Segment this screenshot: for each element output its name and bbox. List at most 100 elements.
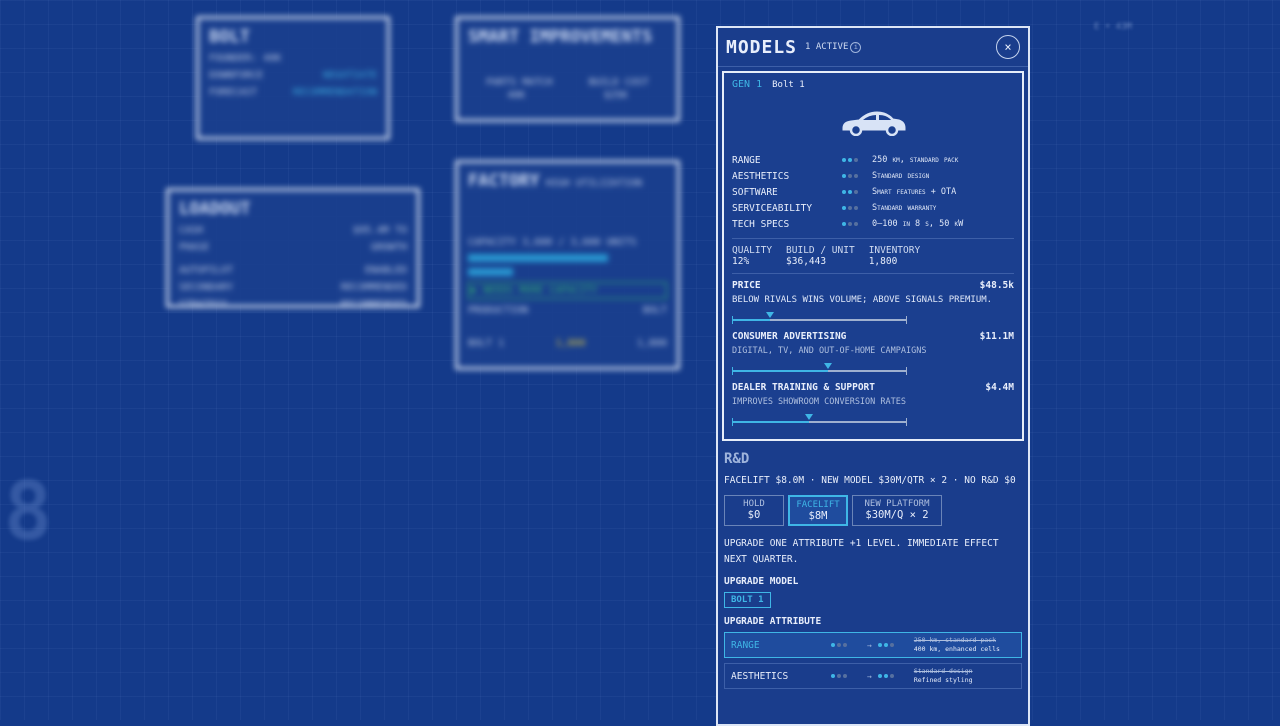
bg-capacity-bar <box>468 268 513 276</box>
slider-fill <box>732 421 809 423</box>
bg-row: SECONDARY RECOMMENDED <box>179 282 407 293</box>
attribute-value: Standard warranty <box>872 203 937 213</box>
upgrade-name: AESTHETICS <box>731 670 789 682</box>
rd-summary: FACELIFT $8.0M · NEW MODEL $30M/QTR × 2 … <box>724 475 1016 486</box>
bg-text: RECOMMENDATION <box>292 87 377 98</box>
bg-text: FORECAST <box>209 87 258 98</box>
bg-card-bolt[interactable]: BOLT FOUNDER: 40K DOWNFORCE NEGOTIATE FOR… <box>196 16 390 140</box>
upgrade-row-range[interactable]: RANGE → 250 km, standard pack 400 km, enhan… <box>724 632 1022 658</box>
slider-cap <box>906 367 907 375</box>
slider-thumb[interactable] <box>766 312 775 318</box>
level-dot <box>889 643 894 647</box>
attribute-value: Smart features + OTA <box>872 187 957 197</box>
attribute-value: 250 km, standard pack <box>872 155 959 165</box>
car-icon-wrap <box>732 108 1014 136</box>
slider-description: IMPROVES SHOWROOM CONVERSION RATES <box>732 397 906 407</box>
rd-option-hold[interactable]: HOLD $0 <box>724 495 784 526</box>
slider-track[interactable] <box>732 363 907 375</box>
rd-option-price: $8M <box>808 510 828 522</box>
level-dot <box>848 190 852 194</box>
close-button[interactable]: × <box>996 35 1020 59</box>
bg-row: 40K $25K <box>468 90 667 101</box>
level-dot <box>883 674 888 678</box>
stat-label: QUALITY <box>732 245 773 256</box>
slider-thumb[interactable] <box>804 414 813 420</box>
models-panel: MODELS 1 ACTIVE i × GEN 1 Bolt 1 RANGE 25… <box>716 26 1030 726</box>
stat-value: $36,443 <box>786 256 827 267</box>
attribute-value: 0–100 in 8 s, 50 kW <box>872 219 964 229</box>
bg-card-factory[interactable]: FACTORY HIGH UTILIZATION CAPACITY 3,600 … <box>455 160 680 370</box>
slider-thumb[interactable] <box>823 363 832 369</box>
attribute-list: RANGE 250 km, standard pack AESTHETICS Stan… <box>732 152 1014 232</box>
rd-option-price: $0 <box>747 509 761 521</box>
upgrade-attribute-label: UPGRADE ATTRIBUTE <box>724 616 822 627</box>
attribute-name: AESTHETICS <box>732 170 790 182</box>
rd-option-new-platform[interactable]: NEW PLATFORM $30M/Q × 2 <box>852 495 942 526</box>
upgrade-row-aesthetics[interactable]: AESTHETICS → Standard design Refined stylin… <box>724 663 1022 689</box>
level-dots <box>842 206 872 210</box>
model-header: GEN 1 Bolt 1 <box>732 79 1014 90</box>
level-dot <box>842 174 846 178</box>
rd-option-price: $30M/Q × 2 <box>865 509 929 521</box>
level-dot <box>854 222 858 226</box>
info-icon[interactable]: i <box>850 41 862 53</box>
level-dots <box>842 174 872 178</box>
bg-card-loadout[interactable]: LOADOUT CASH $95.4M TO PHASE GROWTH AUTOPI… <box>166 188 420 310</box>
slider-name: CONSUMER ADVERTISING <box>732 331 847 342</box>
bg-card-smart-improvements[interactable]: SMART IMPROVEMENTS PARTS MATCH BUILD COS… <box>455 16 680 122</box>
bg-text: STRATEGY <box>179 299 228 310</box>
bg-text: AUTOPILOT <box>179 265 234 276</box>
bg-text: GROWTH <box>370 242 407 253</box>
bg-text: CASH <box>179 225 204 236</box>
bg-text: 1,800 <box>636 338 667 349</box>
bg-text: PHASE <box>179 242 210 253</box>
slider-header: DEALER TRAINING & SUPPORT $4.4M <box>732 382 1014 393</box>
slider-name: DEALER TRAINING & SUPPORT <box>732 382 875 393</box>
stat-value: 1,800 <box>868 256 898 267</box>
divider <box>732 273 1014 274</box>
bg-row: CASH $95.4M TO <box>179 225 407 236</box>
slider-block: CONSUMER ADVERTISING $11.1M DIGITAL, TV, A… <box>732 331 1014 375</box>
stat-value: 12% <box>732 256 750 267</box>
bg-text: BUILD COST <box>588 77 649 88</box>
bg-row: FORECAST RECOMMENDATION <box>209 87 377 98</box>
attribute-row: TECH SPECS 0–100 in 8 s, 50 kW <box>732 216 1014 232</box>
bg-row: PHASE GROWTH <box>179 242 407 253</box>
upgrade-model-chip[interactable]: BOLT 1 <box>724 592 771 608</box>
model-stats: QUALITY 12% BUILD / UNIT $36,443 INVENTORY 1,… <box>732 245 1014 267</box>
bg-text: 40K <box>507 90 526 101</box>
bg-row: ▶ NEEDS MORE CAPACITY <box>468 282 667 299</box>
slider-cap <box>906 418 907 426</box>
level-dot <box>842 222 846 226</box>
slider-header: PRICE $48.5k <box>732 280 1014 291</box>
rd-option-facelift[interactable]: FACELIFT $8M <box>788 495 848 526</box>
stat-label: INVENTORY <box>868 245 921 256</box>
bg-row: CAPACITY 3,600 / 3,600 UNITS <box>468 237 667 248</box>
level-dots <box>842 222 872 226</box>
bg-card-title: FACTORY <box>468 171 540 191</box>
active-count: 1 ACTIVE <box>805 42 849 52</box>
level-dot <box>837 643 841 647</box>
bg-text: ENABLED <box>364 265 407 276</box>
slider-description: BELOW RIVALS WINS VOLUME; ABOVE SIGNALS … <box>732 295 993 305</box>
level-dot <box>848 174 852 178</box>
slider-amount: $4.4M <box>985 382 1014 393</box>
upgrade-values: Standard design Refined styling <box>914 667 973 685</box>
rd-title: R&D <box>724 451 750 467</box>
bg-text: $95.4M TO <box>352 225 407 236</box>
level-dot <box>842 190 846 194</box>
slider-track[interactable] <box>732 414 907 426</box>
panel-header: MODELS 1 ACTIVE i × <box>718 28 1028 67</box>
level-dots <box>842 158 872 162</box>
upgrade-model-label: UPGRADE MODEL <box>724 576 799 587</box>
slider-track[interactable] <box>732 312 907 324</box>
bg-row: PRODUCTION BOLT <box>468 305 667 316</box>
upgrade-list: RANGE → 250 km, standard pack 400 km, enhan… <box>724 632 1022 689</box>
level-dots <box>831 674 861 678</box>
slider-name: PRICE <box>732 280 761 291</box>
slider-fill <box>732 319 771 321</box>
attribute-value: Standard design <box>872 171 930 181</box>
bg-corner-label: E • 43M <box>1094 22 1132 32</box>
bg-row: AUTOPILOT ENABLED <box>179 265 407 276</box>
bg-text: RECOMMENDED <box>340 299 407 310</box>
